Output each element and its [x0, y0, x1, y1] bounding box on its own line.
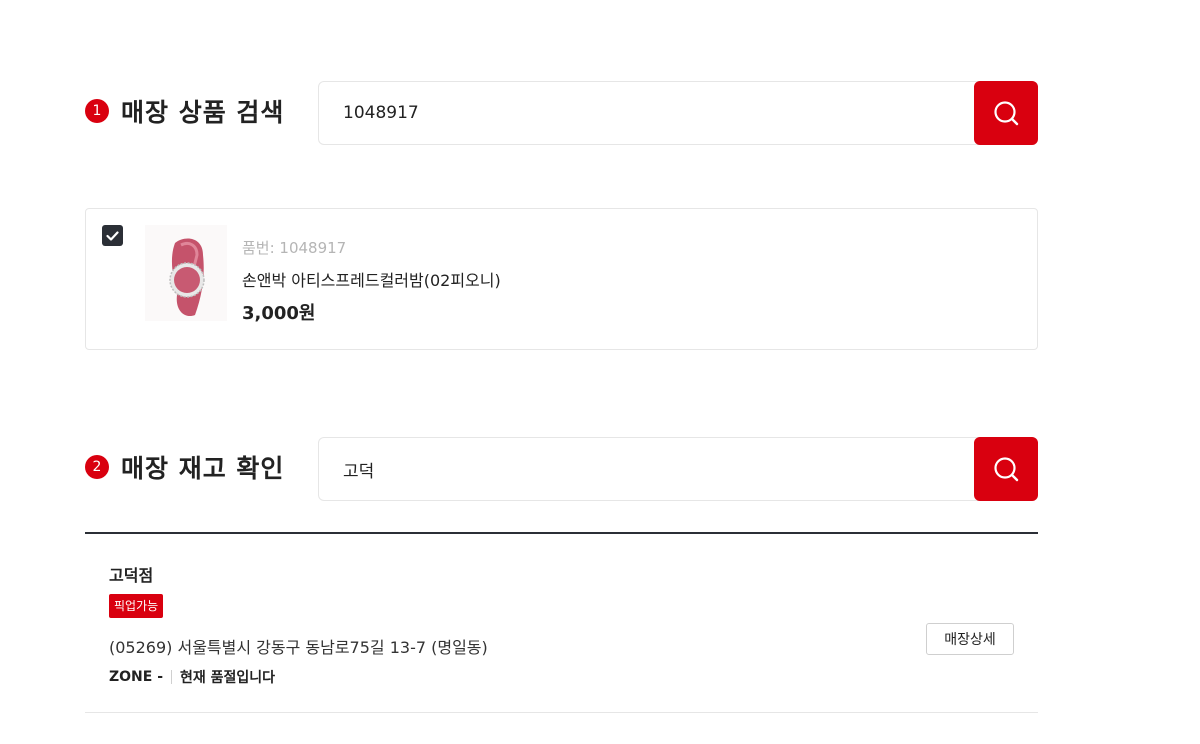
section-title: 매장 재고 확인: [121, 454, 285, 483]
store-name: 고덕점: [109, 566, 154, 585]
store-search-input[interactable]: [319, 438, 975, 500]
pickup-badge: 픽업가능: [109, 594, 164, 618]
product-name: 손앤박 아티스프레드컬러밤(02피오니): [242, 271, 501, 290]
product-image: [145, 225, 227, 321]
stock-status: 현재 품절입니다: [180, 670, 276, 686]
store-search-box: [318, 437, 1038, 501]
search-icon: [994, 457, 1019, 482]
page-title: 매장 상품 검색: [121, 98, 285, 127]
check-icon: [106, 230, 119, 241]
store-zone-info: ZONE - 현재 품절입니다: [109, 667, 275, 687]
search-icon: [994, 101, 1019, 126]
product-price: 3,000원: [242, 303, 316, 324]
step-number-badge: 2: [85, 455, 109, 479]
store-address: (05269) 서울특별시 강동구 동남로75길 13-7 (명일동): [109, 638, 488, 657]
product-code: 품번: 1048917: [242, 239, 347, 257]
product-card[interactable]: 품번: 1048917 손앤박 아티스프레드컬러밤(02피오니) 3,000원: [85, 208, 1038, 350]
zone-separator: [171, 670, 173, 684]
section-title-stock-check: 2 매장 재고 확인: [85, 449, 284, 485]
store-detail-button[interactable]: 매장상세: [926, 623, 1014, 655]
product-search-button[interactable]: [974, 81, 1038, 145]
results-divider-bottom: [85, 712, 1038, 713]
section-title-product-search: 1 매장 상품 검색: [85, 93, 284, 129]
product-search-input[interactable]: [319, 82, 975, 144]
product-checkbox[interactable]: [102, 225, 123, 246]
results-divider-top: [85, 532, 1038, 534]
store-search-button[interactable]: [974, 437, 1038, 501]
product-search-box: [318, 81, 1038, 145]
step-number-badge: 1: [85, 99, 109, 123]
zone-label: ZONE -: [109, 669, 164, 685]
